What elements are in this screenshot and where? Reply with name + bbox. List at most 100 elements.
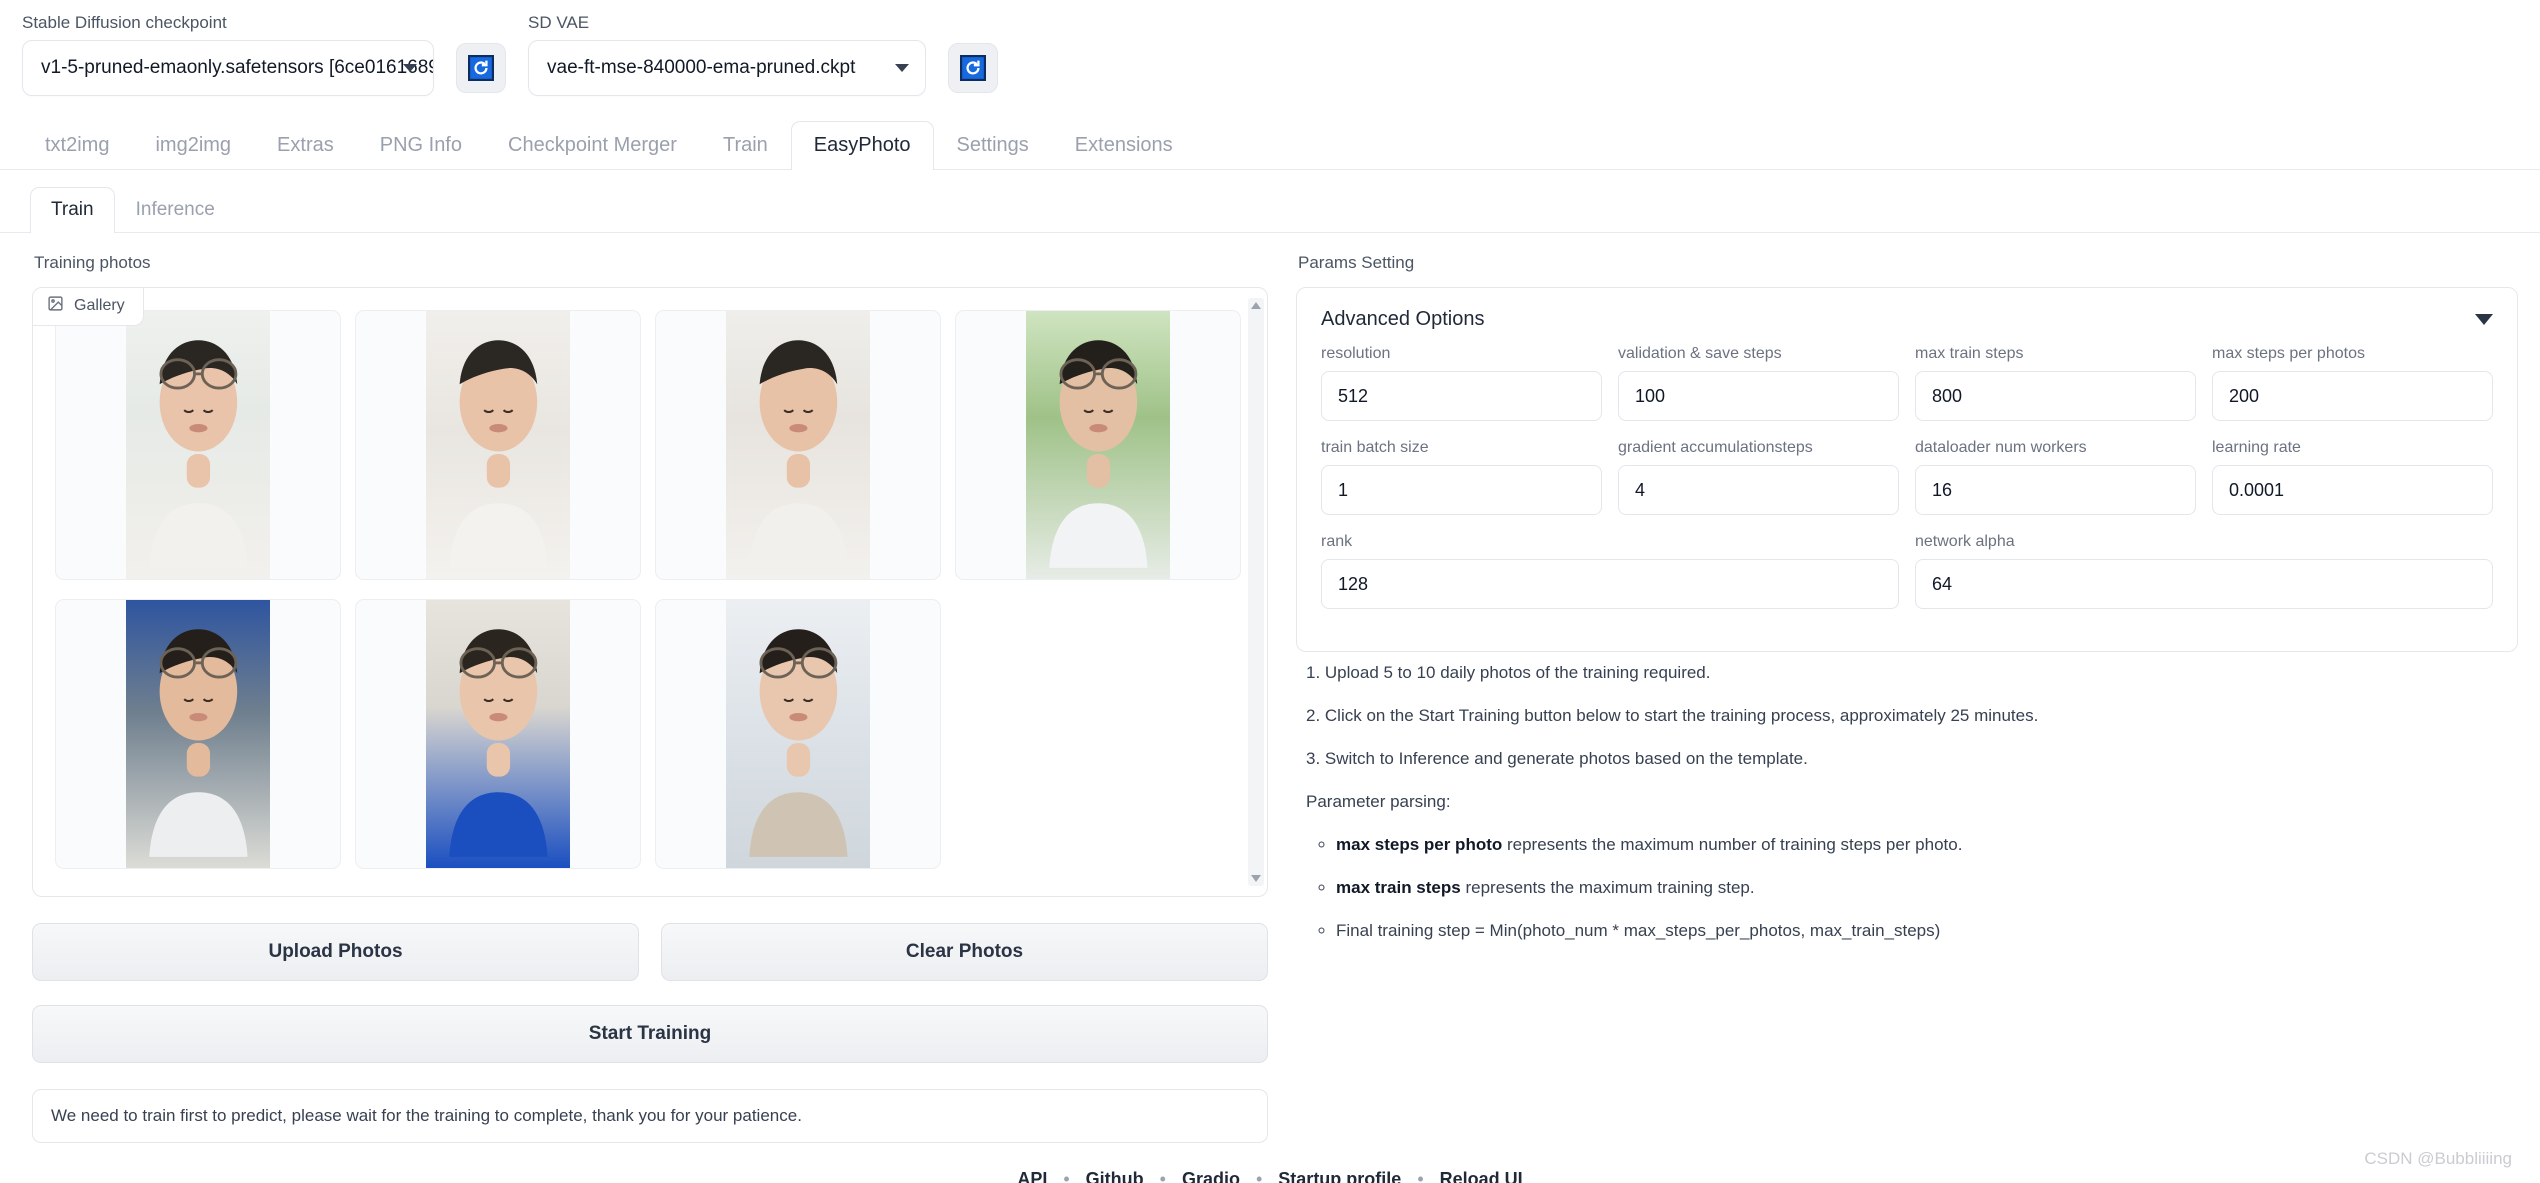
param-input-validation-save-steps[interactable]: [1618, 371, 1899, 421]
footer-link-gradio[interactable]: Gradio: [1182, 1169, 1240, 1183]
gallery-thumbnail[interactable]: [55, 310, 341, 580]
refresh-vae-button[interactable]: [948, 43, 998, 93]
parameter-description: Final training step = Min(photo_num * ma…: [1336, 921, 1940, 940]
param-input-max-steps-per-photos[interactable]: [2212, 371, 2493, 421]
param-input-max-train-steps[interactable]: [1915, 371, 2196, 421]
main-tab-img2img[interactable]: img2img: [132, 121, 254, 170]
vae-dropdown[interactable]: vae-ft-mse-840000-ema-pruned.ckpt: [528, 40, 926, 96]
param-row: rank network alpha: [1321, 533, 2493, 609]
main-tab-txt2img[interactable]: txt2img: [22, 121, 132, 170]
param-row: train batch size gradient accumulationste…: [1321, 439, 2493, 515]
chevron-down-icon[interactable]: [2475, 314, 2493, 325]
main-tab-png-info[interactable]: PNG Info: [357, 121, 485, 170]
param-input-resolution[interactable]: [1321, 371, 1602, 421]
training-photo: [726, 311, 871, 579]
main-tab-bar: txt2imgimg2imgExtrasPNG InfoCheckpoint M…: [0, 106, 2540, 170]
scroll-down-icon[interactable]: [1251, 875, 1261, 882]
param-field-max-steps-per-photos: max steps per photos: [2212, 345, 2493, 421]
chevron-down-icon: [403, 64, 417, 72]
footer-separator: •: [1240, 1169, 1278, 1183]
param-input-gradient-accumulationsteps[interactable]: [1618, 465, 1899, 515]
checkpoint-label: Stable Diffusion checkpoint: [22, 14, 434, 31]
parameter-description: represents the maximum training step.: [1461, 878, 1755, 897]
instruction-step: 1. Upload 5 to 10 daily photos of the tr…: [1306, 662, 2512, 685]
sub-tab-inference[interactable]: Inference: [115, 187, 236, 233]
advanced-options-header[interactable]: Advanced Options: [1297, 288, 2517, 345]
param-input-dataloader-num-workers[interactable]: [1915, 465, 2196, 515]
param-field-validation-save-steps: validation & save steps: [1618, 345, 1899, 421]
clear-photos-button[interactable]: Clear Photos: [661, 923, 1268, 981]
footer-separator: •: [1144, 1169, 1182, 1183]
param-label: max steps per photos: [2212, 345, 2493, 363]
param-field-network-alpha: network alpha: [1915, 533, 2493, 609]
gallery-thumbnail[interactable]: [355, 599, 641, 869]
param-input-train-batch-size[interactable]: [1321, 465, 1602, 515]
parameter-parsing-title: Parameter parsing:: [1306, 791, 2512, 814]
sub-tab-train[interactable]: Train: [30, 187, 115, 233]
parameter-parsing-list: max steps per photo represents the maxim…: [1306, 834, 2512, 943]
instruction-step: 3. Switch to Inference and generate phot…: [1306, 748, 2512, 771]
footer-separator: •: [1401, 1169, 1439, 1183]
parameter-name: max train steps: [1336, 878, 1461, 897]
gallery-thumbnail[interactable]: [355, 310, 641, 580]
training-photos-label: Training photos: [34, 253, 1268, 273]
param-label: network alpha: [1915, 533, 2493, 551]
training-photos-gallery[interactable]: Gallery: [32, 287, 1268, 897]
upload-photos-button[interactable]: Upload Photos: [32, 923, 639, 981]
training-photo: [1026, 311, 1171, 579]
main-tab-train[interactable]: Train: [700, 121, 791, 170]
footer-link-api[interactable]: API: [1017, 1169, 1047, 1183]
start-training-button[interactable]: Start Training: [32, 1005, 1268, 1063]
chevron-down-icon: [895, 64, 909, 72]
main-tab-extensions[interactable]: Extensions: [1052, 121, 1196, 170]
param-field-rank: rank: [1321, 533, 1899, 609]
training-status-text: We need to train first to predict, pleas…: [32, 1089, 1268, 1143]
checkpoint-value: v1-5-pruned-emaonly.safetensors [6ce0161…: [41, 57, 434, 79]
main-tab-easyphoto[interactable]: EasyPhoto: [791, 121, 934, 170]
parameter-description: represents the maximum number of trainin…: [1502, 835, 1962, 854]
gallery-scrollbar[interactable]: [1248, 298, 1264, 886]
param-input-rank[interactable]: [1321, 559, 1899, 609]
checkpoint-group: Stable Diffusion checkpoint v1-5-pruned-…: [22, 14, 434, 96]
param-label: gradient accumulationsteps: [1618, 439, 1899, 457]
gallery-thumbnail[interactable]: [55, 599, 341, 869]
param-input-learning-rate[interactable]: [2212, 465, 2493, 515]
param-input-network-alpha[interactable]: [1915, 559, 2493, 609]
checkpoint-dropdown[interactable]: v1-5-pruned-emaonly.safetensors [6ce0161…: [22, 40, 434, 96]
scroll-up-icon[interactable]: [1251, 302, 1261, 309]
easyphoto-app: Stable Diffusion checkpoint v1-5-pruned-…: [0, 0, 2540, 1183]
refresh-icon: [468, 55, 494, 81]
param-field-learning-rate: learning rate: [2212, 439, 2493, 515]
gallery-thumbnail[interactable]: [655, 310, 941, 580]
parameter-parsing-item: Final training step = Min(photo_num * ma…: [1336, 920, 2512, 943]
page-footer: API•Github•Gradio•Startup profile•Reload…: [0, 1169, 2540, 1183]
footer-separator: •: [1047, 1169, 1085, 1183]
training-photo: [426, 600, 571, 868]
advanced-options-title: Advanced Options: [1321, 308, 1484, 331]
main-tab-extras[interactable]: Extras: [254, 121, 357, 170]
refresh-checkpoint-button[interactable]: [456, 43, 506, 93]
footer-links: API•Github•Gradio•Startup profile•Reload…: [0, 1169, 2540, 1183]
gallery-thumbnail[interactable]: [655, 599, 941, 869]
param-label: train batch size: [1321, 439, 1602, 457]
main-tab-settings[interactable]: Settings: [934, 121, 1052, 170]
main-content: Training photos Gallery Upload Photos Cl…: [0, 233, 2540, 1143]
instructions-block: 1. Upload 5 to 10 daily photos of the tr…: [1296, 652, 2518, 943]
param-field-max-train-steps: max train steps: [1915, 345, 2196, 421]
main-tab-checkpoint-merger[interactable]: Checkpoint Merger: [485, 121, 700, 170]
footer-link-reload-ui[interactable]: Reload UI: [1440, 1169, 1523, 1183]
param-label: learning rate: [2212, 439, 2493, 457]
gallery-thumbnail[interactable]: [955, 310, 1241, 580]
vae-value: vae-ft-mse-840000-ema-pruned.ckpt: [547, 57, 855, 79]
image-icon: [47, 295, 64, 317]
training-photo: [126, 600, 271, 868]
vae-label: SD VAE: [528, 14, 926, 31]
gallery-badge-label: Gallery: [74, 297, 125, 315]
params-setting-column: Params Setting Advanced Options resoluti…: [1278, 233, 2518, 1143]
param-label: rank: [1321, 533, 1899, 551]
footer-link-startup-profile[interactable]: Startup profile: [1278, 1169, 1401, 1183]
footer-link-github[interactable]: Github: [1086, 1169, 1144, 1183]
training-photos-column: Training photos Gallery Upload Photos Cl…: [22, 233, 1278, 1143]
param-label: resolution: [1321, 345, 1602, 363]
watermark: CSDN @Bubbliiiing: [2364, 1149, 2512, 1169]
